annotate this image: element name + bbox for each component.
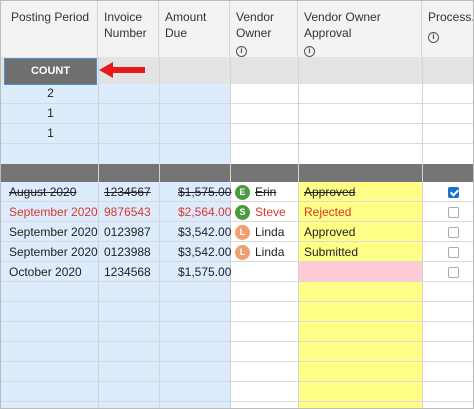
sheet-grid: Posting Period Invoice Number Amount Due… <box>0 0 474 409</box>
sheet-border <box>0 0 474 409</box>
